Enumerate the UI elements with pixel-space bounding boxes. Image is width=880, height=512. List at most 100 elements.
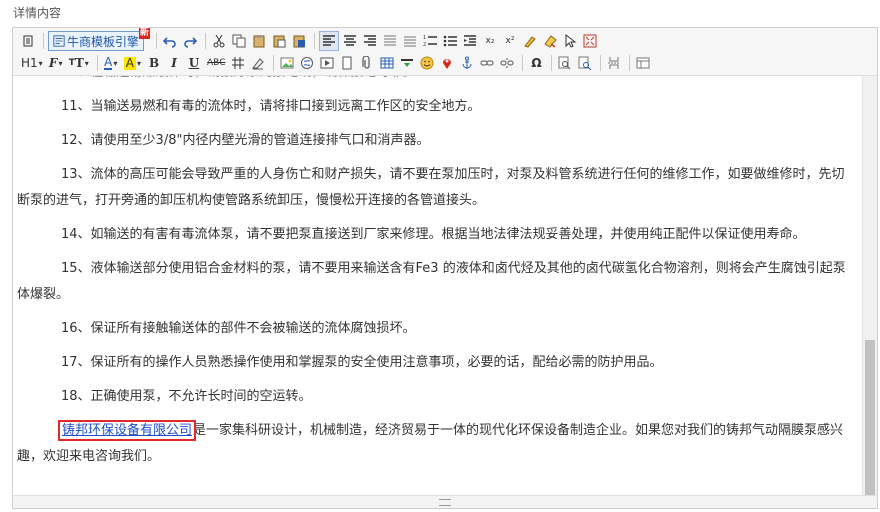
undo-button[interactable] [161, 31, 179, 51]
bold-button[interactable]: B [145, 53, 163, 73]
toolbar-row-2: H1 ▾ F ▾ TT ▾ A ▾ A ▾ B I U ABC Ω [19, 52, 654, 74]
paste-icon [253, 35, 265, 48]
paragraph-18: 18、正确使用泵，不允许长时间的空运转。 [61, 389, 312, 404]
search-icon [558, 56, 571, 70]
template-engine-label: 牛商模板引擎 [67, 34, 140, 49]
font-color-label: A [104, 55, 113, 70]
unlink-icon [500, 58, 514, 68]
format-painter-button[interactable] [521, 31, 539, 51]
paste-button[interactable] [250, 31, 268, 51]
redo-button[interactable] [181, 31, 199, 51]
align-center-button[interactable] [341, 31, 359, 51]
cursor-icon [565, 34, 577, 48]
chevron-down-icon: ▾ [84, 58, 89, 68]
remove-format-button[interactable] [249, 53, 267, 73]
resize-grip-icon [439, 498, 451, 506]
insert-row-button[interactable] [398, 53, 416, 73]
toolbar-separator [273, 55, 275, 71]
select-all-button[interactable] [561, 31, 579, 51]
table-icon [380, 57, 394, 69]
location-button[interactable] [438, 53, 456, 73]
editor-content[interactable]: 10、在输送易爆液体时，请接好泵的接地线，确保接地可靠。 11、当输送易燃和有毒… [13, 76, 863, 496]
insert-map-button[interactable] [298, 53, 316, 73]
font-size-dropdown[interactable]: TT ▾ [67, 53, 91, 73]
toolbar-row-1: 牛商模板引擎 新 1 2 x₂ x² [19, 28, 601, 52]
fullscreen-button[interactable] [581, 31, 599, 51]
highlight-color-button[interactable]: A ▾ [122, 53, 143, 73]
font-family-label: F [48, 56, 58, 70]
unordered-list-button[interactable] [441, 31, 459, 51]
editor-resize-handle[interactable] [13, 495, 877, 508]
template-button[interactable] [634, 53, 652, 73]
preview-button[interactable] [576, 53, 594, 73]
vertical-scrollbar[interactable] [862, 76, 877, 496]
paragraph-14: 14、如输送的有害有毒流体泵，请不要把泵直接送到厂家来修理。根据当地法律法规妥善… [61, 227, 806, 242]
font-size-label: T [74, 56, 84, 70]
toolbar-separator [551, 55, 553, 71]
highlight-label: A [123, 55, 136, 70]
subscript-button[interactable]: x₂ [481, 31, 499, 51]
emoji-button[interactable] [418, 53, 436, 73]
toolbar-separator [43, 33, 44, 49]
toolbar-separator [600, 55, 602, 71]
grid-icon [232, 57, 245, 69]
rich-text-editor: 牛商模板引擎 新 1 2 x₂ x² H1 ▾ F ▾ T T ▾ A ▾ A … [12, 27, 878, 509]
align-distribute-button[interactable] [401, 31, 419, 51]
insert-table-button[interactable] [378, 53, 396, 73]
paste-word-icon [293, 35, 306, 48]
clear-format-button[interactable] [541, 31, 559, 51]
indent-button[interactable] [461, 31, 479, 51]
superscript-button[interactable]: x² [501, 31, 519, 51]
template-engine-button[interactable]: 牛商模板引擎 新 [48, 28, 151, 51]
paste-text-icon [273, 35, 286, 48]
source-code-button[interactable] [19, 31, 37, 51]
company-link[interactable]: 铸邦环保设备有限公司 [57, 420, 197, 441]
attachment-button[interactable] [358, 53, 376, 73]
insert-video-button[interactable] [318, 53, 336, 73]
link-button[interactable] [478, 53, 496, 73]
chevron-down-icon: ▾ [137, 58, 142, 68]
special-char-button[interactable]: Ω [527, 53, 545, 73]
paragraph-13: 13、流体的高压可能会导致严重的人身伤亡和财产损失，请不要在泵加压时，对泵及料管… [17, 167, 845, 208]
insert-file-button[interactable] [338, 53, 356, 73]
toolbar-separator [205, 33, 207, 49]
strikethrough-button[interactable]: ABC [205, 53, 227, 73]
anchor-button[interactable] [458, 53, 476, 73]
insert-image-button[interactable] [278, 53, 296, 73]
font-color-button[interactable]: A ▾ [102, 53, 120, 73]
video-icon [320, 57, 334, 69]
ordered-list-button[interactable]: 12 [421, 31, 439, 51]
align-left-button[interactable] [319, 31, 340, 51]
chevron-down-icon: ▾ [38, 58, 43, 68]
paste-text-button[interactable] [270, 31, 288, 51]
heading-label: H1 [21, 56, 38, 70]
eraser-icon [252, 58, 265, 70]
table-grid-button[interactable] [229, 53, 247, 73]
paste-word-button[interactable] [290, 31, 308, 51]
italic-button[interactable]: I [165, 53, 183, 73]
align-right-icon [364, 35, 377, 46]
image-icon [280, 57, 294, 69]
align-justify-button[interactable] [381, 31, 399, 51]
font-family-dropdown[interactable]: F ▾ [47, 53, 65, 73]
page-break-button[interactable] [605, 53, 623, 73]
heading-dropdown[interactable]: H1 ▾ [19, 53, 45, 73]
svg-text:2: 2 [423, 42, 426, 48]
scissors-icon [213, 34, 225, 48]
scrollbar-thumb[interactable] [865, 340, 875, 496]
svg-text:1: 1 [423, 35, 426, 41]
anchor-icon [462, 56, 472, 69]
partial-paragraph: 10、在输送易爆液体时，请接好泵的接地线，确保接地可靠。 [13, 76, 863, 86]
underline-button[interactable]: U [185, 53, 203, 73]
copy-button[interactable] [230, 31, 248, 51]
unlink-button[interactable] [498, 53, 516, 73]
align-right-button[interactable] [361, 31, 379, 51]
search-replace-button[interactable] [556, 53, 574, 73]
cut-button[interactable] [210, 31, 228, 51]
paragraph-17: 17、保证所有的操作人员熟悉操作使用和掌握泵的安全使用注意事项，必要的话，配给必… [61, 355, 663, 370]
link-icon [480, 60, 494, 66]
align-justify-icon [384, 35, 397, 46]
